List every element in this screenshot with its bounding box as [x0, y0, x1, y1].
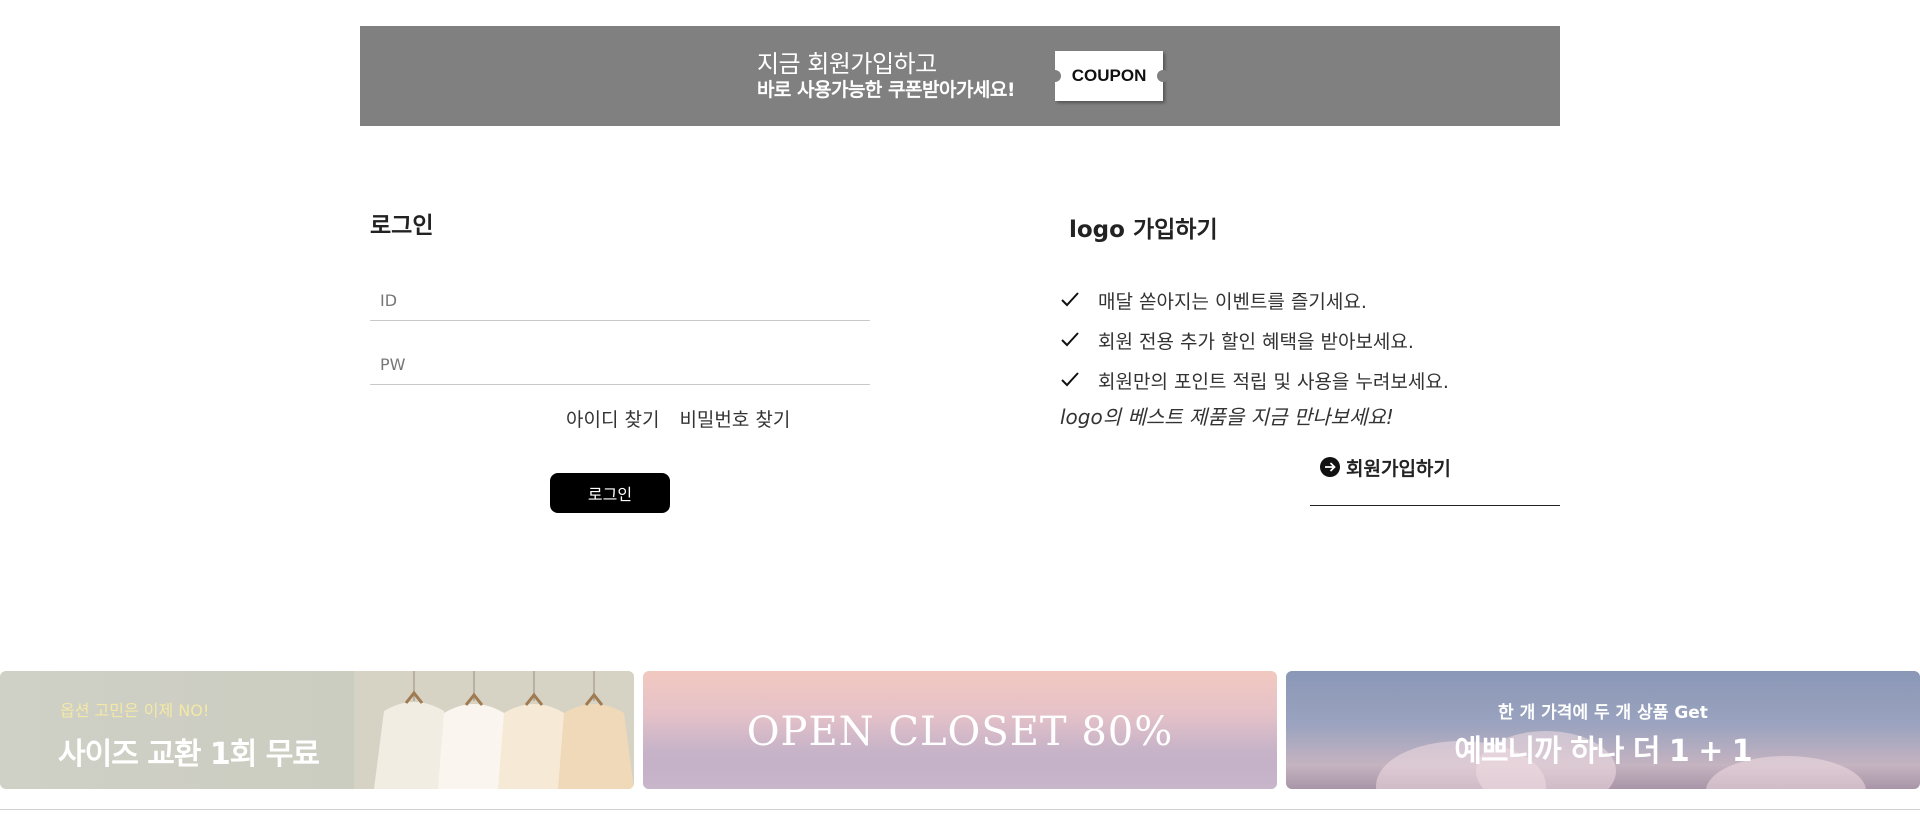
- join-title: logo 가입하기: [1069, 217, 1218, 243]
- coupon-banner-line2: 바로 사용가능한 쿠폰받아가세요!: [756, 79, 1016, 101]
- signup-link[interactable]: 회원가입하기: [1310, 454, 1560, 506]
- coupon-banner-line1: 지금 회원가입하고: [756, 50, 937, 79]
- benefit-item: 회원만의 포인트 적립 및 사용을 누려보세요.: [1060, 360, 1449, 400]
- check-icon: [1061, 372, 1079, 387]
- benefit-item: 회원 전용 추가 할인 혜택을 받아보세요.: [1060, 320, 1449, 360]
- promo-banner-open-closet[interactable]: OPEN CLOSET 80%: [643, 671, 1277, 789]
- clothing-rack-image: [354, 671, 634, 789]
- promo-subtitle: 옵션 고민은 이제 NO!: [60, 701, 210, 720]
- password-input[interactable]: [370, 345, 870, 385]
- signup-link-label: 회원가입하기: [1346, 458, 1451, 480]
- check-icon: [1061, 292, 1079, 307]
- promo-title: OPEN CLOSET 80%: [746, 709, 1174, 755]
- coupon-banner-text: 지금 회원가입하고 바로 사용가능한 쿠폰받아가세요!: [756, 50, 1016, 102]
- benefit-list: 매달 쏟아지는 이벤트를 즐기세요. 회원 전용 추가 할인 혜택을 받아보세요…: [1060, 280, 1449, 400]
- login-title: 로그인: [370, 213, 434, 239]
- login-button[interactable]: 로그인: [550, 473, 670, 513]
- promo-banner-one-plus-one[interactable]: 한 개 가격에 두 개 상품 Get 예쁘니까 하나 더 1 + 1: [1286, 671, 1920, 789]
- find-account-links: 아이디 찾기 비밀번호 찾기: [566, 405, 790, 432]
- promo-title: 사이즈 교환 1회 무료: [58, 737, 320, 772]
- promo-banner-size-exchange[interactable]: 옵션 고민은 이제 NO! 사이즈 교환 1회 무료: [0, 671, 634, 789]
- coupon-banner[interactable]: 지금 회원가입하고 바로 사용가능한 쿠폰받아가세요! COUPON: [360, 26, 1560, 126]
- benefit-item: 매달 쏟아지는 이벤트를 즐기세요.: [1060, 280, 1449, 320]
- promo-title: 예쁘니까 하나 더 1 + 1: [1454, 734, 1752, 769]
- promo-subtitle: 한 개 가격에 두 개 상품 Get: [1498, 703, 1708, 723]
- check-icon: [1061, 332, 1079, 347]
- benefit-text: 회원만의 포인트 적립 및 사용을 누려보세요.: [1098, 370, 1449, 393]
- benefit-text: 매달 쏟아지는 이벤트를 즐기세요.: [1098, 290, 1367, 313]
- join-note: logo의 베스트 제품을 지금 만나보세요!: [1060, 405, 1394, 429]
- find-password-link[interactable]: 비밀번호 찾기: [679, 405, 790, 432]
- id-input[interactable]: [370, 281, 870, 321]
- arrow-circle-right-icon: [1320, 457, 1340, 477]
- coupon-ticket: COUPON: [1049, 51, 1170, 101]
- cloud-haze: [643, 749, 1277, 789]
- benefit-text: 회원 전용 추가 할인 혜택을 받아보세요.: [1098, 330, 1414, 353]
- footer-divider: [0, 809, 1920, 810]
- find-id-link[interactable]: 아이디 찾기: [566, 405, 659, 432]
